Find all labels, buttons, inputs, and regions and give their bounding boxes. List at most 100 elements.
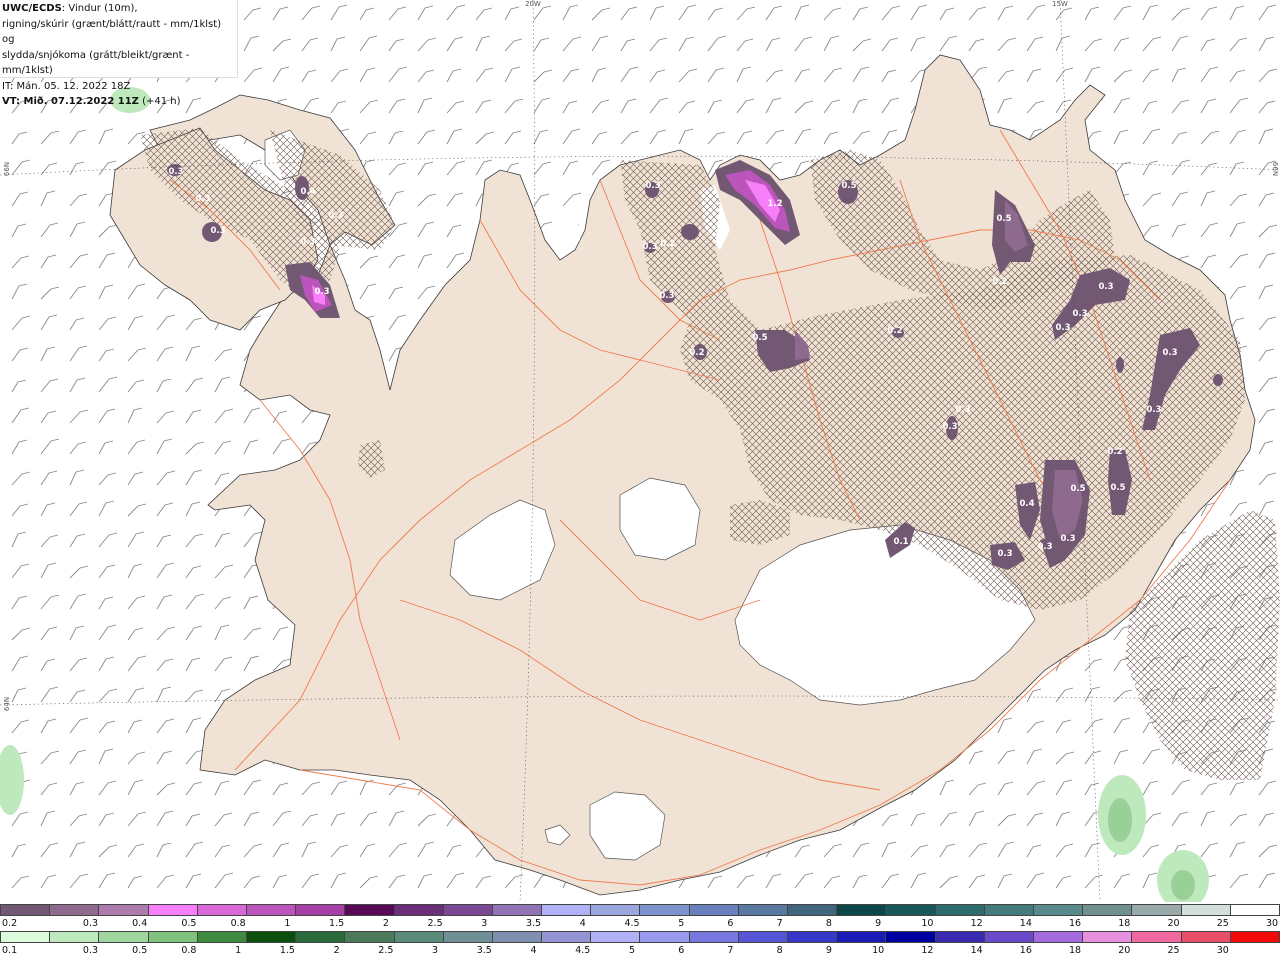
precip-value-label: 0.3 — [1162, 348, 1177, 358]
rain-legend-swatch — [1082, 931, 1132, 943]
snow-legend-swatch — [1229, 904, 1280, 916]
snow-legend-swatch — [688, 904, 738, 916]
lat-label-64n-left: 64N — [3, 696, 12, 712]
precip-value-label: 0.2 — [887, 326, 902, 336]
precip-value-label: 0.4 — [1019, 499, 1034, 509]
precip-value-label: 0.3 — [1055, 323, 1070, 333]
rain-legend-tick: 0.5 — [132, 945, 148, 956]
precip-value-label: 0.2 — [660, 239, 675, 249]
rain-legend-tick: 1.5 — [279, 945, 295, 956]
rain-legend-swatch — [1131, 931, 1181, 943]
precip-value-label: 0.5 — [841, 181, 856, 191]
rain-legend-tick: 4 — [530, 945, 537, 956]
snow-legend-tick: 1.5 — [329, 918, 345, 929]
snow-legend-swatch — [590, 904, 640, 916]
rain-legend-tick: 7 — [727, 945, 734, 956]
snow-legend-tick: 8 — [825, 918, 832, 929]
rain-legend-swatch — [541, 931, 591, 943]
rain-legend-swatch — [590, 931, 640, 943]
rain-legend-tick: 2 — [333, 945, 340, 956]
rain-legend-tick: 8 — [776, 945, 783, 956]
snow-legend-swatch — [491, 904, 542, 916]
snow-legend-swatch — [1032, 904, 1083, 916]
source-label: UWC/ECDS — [2, 3, 62, 14]
snow-legend-tick: 6 — [727, 918, 734, 929]
snow-legend-swatch — [836, 904, 886, 916]
rain-legend-swatch — [295, 931, 345, 943]
rain-legend-tick: 16 — [1019, 945, 1032, 956]
rain-legend-swatch — [0, 931, 50, 943]
snow-legend-swatch — [344, 904, 394, 916]
precip-value-label: 0.5 — [996, 214, 1011, 224]
precip-value-label: 0.3 — [300, 237, 315, 247]
snow-legend-tick: 4.5 — [624, 918, 640, 929]
snow-legend-swatch — [934, 904, 984, 916]
snow-legend-swatch — [737, 904, 787, 916]
rain-legend-swatch — [147, 931, 197, 943]
snow-legend-tick: 0.2 — [2, 918, 18, 929]
rain-legend-tick: 14 — [970, 945, 983, 956]
lon-label-15w: 15W — [1052, 0, 1068, 8]
rain-legend-tick: 10 — [872, 945, 885, 956]
rain-legend-swatch — [491, 931, 542, 943]
rain-legend-tick: 9 — [825, 945, 832, 956]
snow-legend-swatch — [196, 904, 246, 916]
snow-color-legend — [0, 904, 1280, 918]
precip-value-label: 0.2 — [1107, 447, 1122, 457]
snow-legend-swatch — [295, 904, 345, 916]
precip-value-label: 0.2 — [992, 277, 1007, 287]
precip-value-label: 0.2 — [689, 348, 704, 358]
rain-legend-tick: 1 — [235, 945, 242, 956]
snow-legend-tick: 5 — [678, 918, 685, 929]
rain-color-legend — [0, 931, 1280, 945]
rain-legend-swatch — [688, 931, 738, 943]
rain-legend-swatch — [787, 931, 837, 943]
rain-legend-swatch — [1180, 931, 1230, 943]
snow-legend-swatch — [983, 904, 1033, 916]
precip-value-label: 0.3 — [314, 287, 329, 297]
precip-value-label: 0.3 — [997, 549, 1012, 559]
precip-value-label: 0.3 — [942, 422, 957, 432]
precip-value-label: 0.3 — [1060, 534, 1075, 544]
snow-legend-tick: 30 — [1265, 918, 1279, 929]
snow-legend-swatch — [0, 904, 50, 916]
rain-legend-swatch — [393, 931, 443, 943]
snow-legend-tick: 9 — [875, 918, 882, 929]
rain-legend-swatch — [1229, 931, 1280, 943]
snow-legend-tick: 0.8 — [230, 918, 246, 929]
rain-legend-tick: 0.3 — [82, 945, 99, 956]
rain-legend-swatch — [98, 931, 148, 943]
rain-legend-tick: 12 — [921, 945, 934, 956]
snow-legend-tick: 2.5 — [427, 918, 443, 929]
rain-legend-swatch — [934, 931, 984, 943]
rain-legend-swatch — [885, 931, 935, 943]
snow-legend-tick: 20 — [1167, 918, 1180, 929]
precip-value-label: 0.3 — [642, 242, 657, 252]
rain-legend-tick: 6 — [678, 945, 685, 956]
rain-legend-tick: 0.1 — [2, 945, 18, 956]
rain-legend-swatch — [983, 931, 1033, 943]
snow-legend-swatch — [147, 904, 197, 916]
snow-legend-tick: 25 — [1216, 918, 1229, 929]
precip-value-label: 0.3 — [1072, 309, 1087, 319]
precip-value-label: 0.3 — [645, 181, 660, 191]
rain-legend-swatch — [344, 931, 394, 943]
snow-legend-swatch — [885, 904, 935, 916]
precip-value-label: 0.3 — [1146, 405, 1161, 415]
snow-legend-swatch — [442, 904, 492, 916]
precip-value-label: 0.3 — [955, 405, 970, 415]
snow-legend-swatch — [1180, 904, 1230, 916]
rain-legend-tick: 18 — [1069, 945, 1082, 956]
snow-legend-swatch — [1082, 904, 1132, 916]
snow-legend-swatch — [393, 904, 443, 916]
rain-legend-tick: 20 — [1118, 945, 1131, 956]
rain-legend-tick: 4.5 — [575, 945, 591, 956]
rain-legend-swatch — [836, 931, 886, 943]
lead-time: (+41 h) — [138, 96, 181, 107]
rain-legend-tick: 5 — [628, 945, 636, 956]
precip-value-label: 1.2 — [767, 199, 782, 209]
valid-time: VT: Mið. 07.12.2022 11Z — [2, 96, 139, 107]
snow-legend-tick: 0.4 — [132, 918, 148, 929]
precip-value-label: 0.3 — [1098, 282, 1113, 292]
snow-legend-swatch — [541, 904, 591, 916]
